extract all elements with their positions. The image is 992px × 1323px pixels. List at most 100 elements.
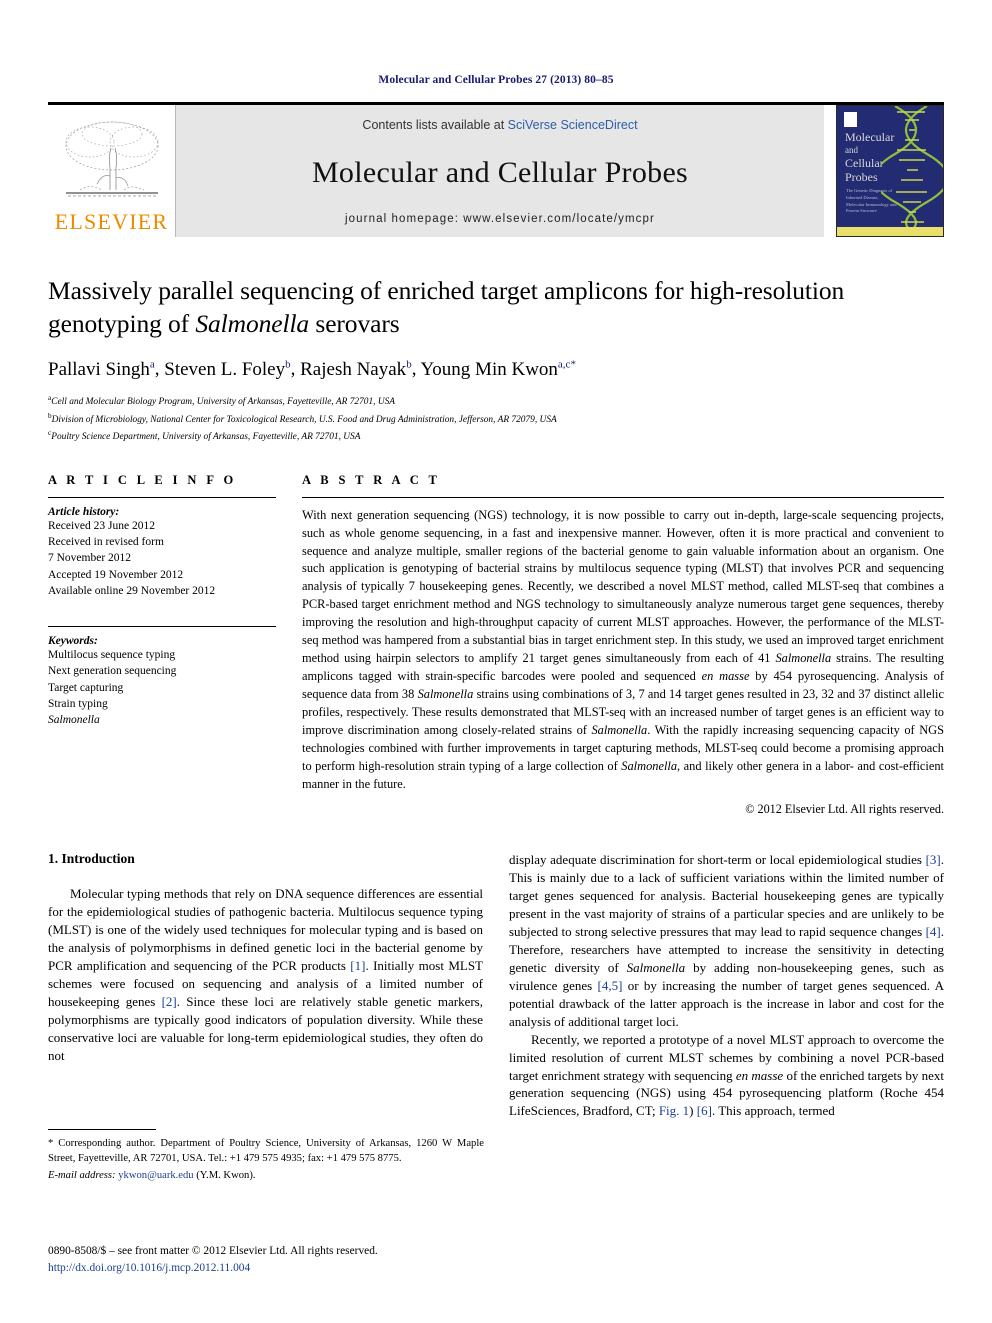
intro-right-italic-enmasse: en masse: [735, 1067, 784, 1083]
keyword-item: Next generation sequencing: [48, 665, 177, 678]
intro-right2-d: . This approach, termed: [711, 1103, 835, 1119]
elsevier-wordmark: ELSEVIER: [54, 209, 169, 234]
history-item: Available online 29 November 2012: [48, 585, 216, 598]
sciencedirect-link[interactable]: SciVerse ScienceDirect: [508, 118, 638, 132]
email-link[interactable]: ykwon@uark.edu: [118, 1170, 193, 1181]
journal-homepage-link[interactable]: journal homepage: www.elsevier.com/locat…: [345, 213, 655, 225]
affiliation-c: cPoultry Science Department, University …: [48, 427, 944, 444]
affiliation-a: aCell and Molecular Biology Program, Uni…: [48, 392, 944, 409]
citation-ref-6[interactable]: [6]: [697, 1103, 712, 1118]
title-part1: Massively parallel sequencing of enriche…: [48, 276, 845, 338]
citation-ref-3[interactable]: [3]: [926, 852, 941, 867]
author-3-affiliation-marker: b: [406, 358, 412, 371]
corresponding-author-note: * Corresponding author. Department of Po…: [48, 1136, 484, 1166]
history-item: Received in revised form: [48, 535, 164, 548]
section-heading-introduction: 1. Introduction: [48, 851, 135, 867]
body-column-right: display adequate discrimination for shor…: [509, 851, 944, 1120]
abstract-column: A B S T R A C T With next generation seq…: [302, 473, 944, 818]
corresponding-author-marker: *: [570, 358, 576, 371]
keyword-item: Target capturing: [48, 681, 124, 694]
abstract-i2: en masse: [701, 669, 750, 684]
keyword-item: Multilocus sequence typing: [48, 648, 176, 661]
running-head: Molecular and Cellular Probes 27 (2013) …: [378, 74, 614, 86]
corresponding-author-text: Corresponding author. Department of Poul…: [48, 1138, 484, 1165]
footnote-divider: [48, 1129, 156, 1130]
abstract-heading: A B S T R A C T: [302, 472, 441, 487]
affiliation-c-text: Poultry Science Department, University o…: [51, 432, 361, 443]
page-title: Massively parallel sequencing of enriche…: [48, 275, 944, 340]
figure-1-link[interactable]: Fig. 1: [659, 1103, 689, 1118]
info-abstract-row: A R T I C L E I N F O Article history: R…: [48, 473, 944, 818]
contents-prefix: Contents lists available at: [362, 118, 508, 132]
body-columns: 1. Introduction Molecular typing methods…: [48, 851, 944, 1120]
abstract-i4: Salmonella: [591, 723, 648, 738]
author-2-affiliation-marker: b: [285, 358, 291, 371]
history-item: 7 November 2012: [48, 552, 132, 565]
dna-helix-icon: [881, 106, 943, 236]
journal-article-page: Molecular and Cellular Probes 27 (2013) …: [0, 0, 992, 1323]
doi-link[interactable]: http://dx.doi.org/10.1016/j.mcp.2012.11.…: [48, 1260, 518, 1277]
contents-available-line: Contents lists available at SciVerse Sci…: [362, 118, 637, 132]
citation-ref-1[interactable]: [1]: [350, 958, 365, 973]
intro-right-a: display adequate discrimination for shor…: [509, 852, 926, 868]
affiliation-b-text: Division of Microbiology, National Cente…: [51, 414, 557, 425]
citation-ref-4[interactable]: [4]: [926, 924, 941, 939]
title-italic-species: Salmonella: [195, 308, 310, 338]
email-label: E-mail address:: [48, 1170, 116, 1182]
author-2[interactable]: Steven L. Foleyb: [164, 358, 291, 380]
title-block: Massively parallel sequencing of enriche…: [48, 275, 944, 445]
author-3-name: Rajesh Nayak: [300, 358, 407, 380]
keyword-item: Strain typing: [48, 698, 108, 711]
author-2-name: Steven L. Foley: [164, 358, 286, 380]
history-item: Accepted 19 November 2012: [48, 568, 184, 581]
title-part2: serovars: [309, 308, 400, 338]
author-4-name: Young Min Kwon: [420, 358, 558, 380]
author-1-name: Pallavi Singh: [48, 358, 150, 380]
article-history-label: Article history:: [48, 505, 120, 518]
citation-ref-2[interactable]: [2]: [162, 994, 177, 1009]
footnote-area: * Corresponding author. Department of Po…: [48, 1129, 484, 1183]
body-column-left: 1. Introduction Molecular typing methods…: [48, 851, 483, 1120]
abstract-p1: With next generation sequencing (NGS) te…: [302, 507, 944, 666]
affiliation-b: bDivision of Microbiology, National Cent…: [48, 410, 944, 427]
author-1-affiliation-marker: a: [149, 358, 155, 371]
abstract-text: With next generation sequencing (NGS) te…: [302, 507, 944, 795]
history-item: Received 23 June 2012: [48, 519, 155, 532]
abstract-divider: [302, 496, 944, 498]
issn-line: 0890-8508/$ – see front matter © 2012 El…: [48, 1245, 378, 1257]
intro-paragraph-right-1: display adequate discrimination for shor…: [509, 851, 944, 1030]
article-info-heading: A R T I C L E I N F O: [48, 472, 237, 487]
abstract-i3: Salmonella: [417, 687, 474, 702]
issn-doi-block: 0890-8508/$ – see front matter © 2012 El…: [48, 1243, 518, 1276]
abstract-copyright: © 2012 Elsevier Ltd. All rights reserved…: [745, 802, 944, 817]
intro-paragraph-left: Molecular typing methods that rely on DN…: [48, 885, 483, 1064]
author-list: Pallavi Singha, Steven L. Foleyb, Rajesh…: [48, 358, 576, 380]
abstract-i1: Salmonella: [775, 651, 832, 666]
keyword-item-species: Salmonella: [48, 714, 100, 727]
author-4-affiliation-marker: a,c: [557, 358, 571, 371]
email-suffix: (Y.M. Kwon).: [193, 1170, 256, 1182]
keywords-label: Keywords:: [48, 634, 98, 647]
elsevier-logo: ELSEVIER: [48, 105, 176, 237]
cover-footer-band: [837, 227, 943, 236]
article-info-divider: [48, 496, 276, 498]
journal-title: Molecular and Cellular Probes: [311, 155, 689, 189]
affiliations: aCell and Molecular Biology Program, Uni…: [48, 392, 944, 444]
cover-elsevier-icon: [844, 112, 857, 127]
email-line: E-mail address: ykwon@uark.edu (Y.M. Kwo…: [48, 1168, 484, 1183]
journal-masthead: ELSEVIER Contents lists available at Sci…: [48, 102, 944, 237]
intro-paragraph-right-2: Recently, we reported a prototype of a n…: [509, 1031, 944, 1121]
abstract-i5: Salmonella: [621, 759, 678, 774]
elsevier-tree-icon: [50, 109, 173, 211]
intro-right-italic-species-1: Salmonella: [626, 959, 686, 975]
keywords-block: Keywords: Multilocus sequence typing Nex…: [48, 625, 276, 729]
journal-band: Contents lists available at SciVerse Sci…: [176, 105, 824, 237]
intro-right2-c: ): [689, 1103, 697, 1119]
author-4[interactable]: Young Min Kwona,c*: [420, 358, 576, 380]
affiliation-a-text: Cell and Molecular Biology Program, Univ…: [51, 397, 396, 408]
journal-cover-thumbnail[interactable]: Molecular and Cellular Probes The Geneti…: [836, 105, 944, 237]
article-info-column: A R T I C L E I N F O Article history: R…: [48, 473, 276, 818]
author-3[interactable]: Rajesh Nayakb: [300, 358, 412, 380]
author-1[interactable]: Pallavi Singha: [48, 358, 155, 380]
citation-ref-4-5[interactable]: [4,5]: [598, 978, 623, 993]
